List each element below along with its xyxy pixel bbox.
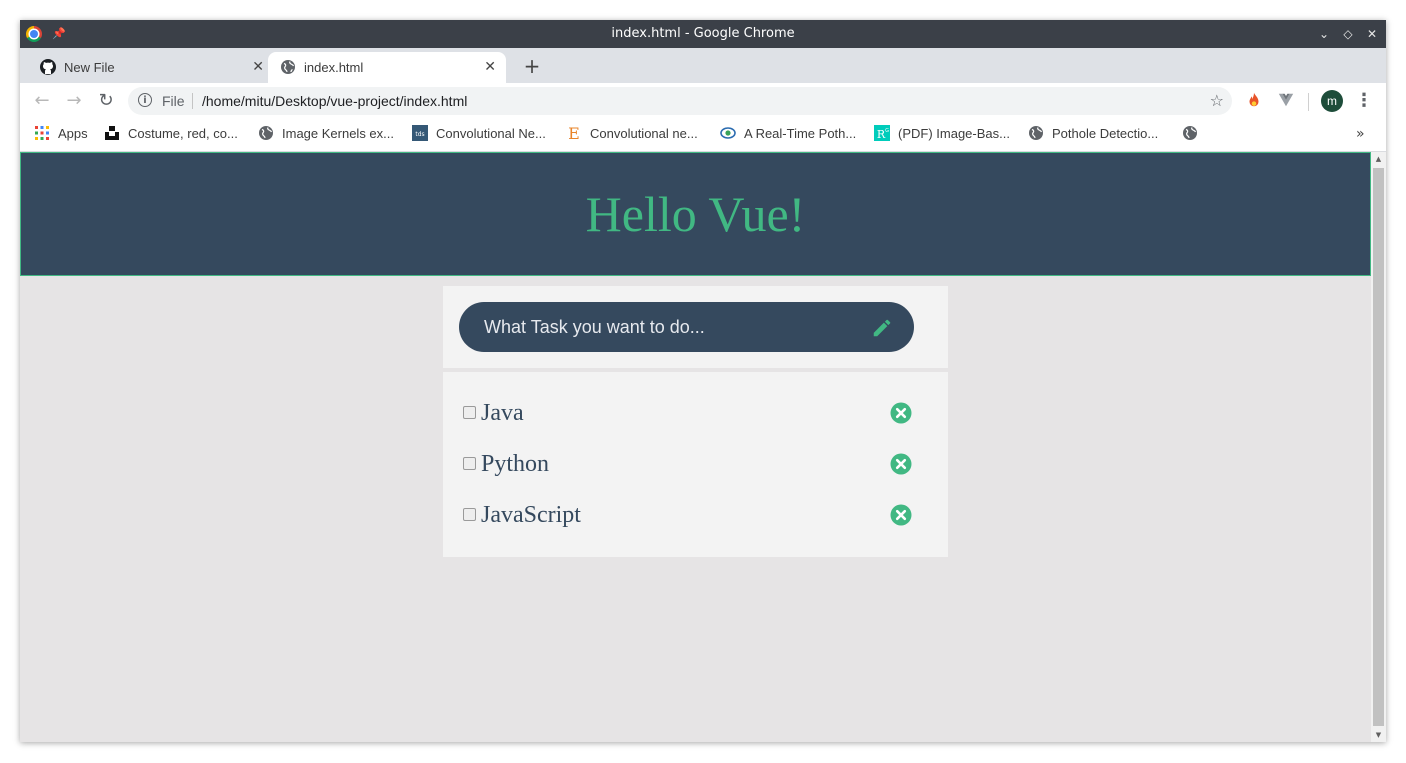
window-title: index.html - Google Chrome [611,26,795,41]
bookmark-label: Convolutional ne... [590,126,698,141]
toolbar-divider [1308,93,1309,111]
unsplash-icon [105,126,119,141]
scroll-down-arrow-icon[interactable]: ▼ [1371,728,1386,742]
bookmarks-bar: Apps Costume, red, co... Image Kernels e… [20,119,1386,152]
task-input-card [443,286,948,368]
tab-label: index.html [304,60,364,75]
url-text[interactable]: /home/mitu/Desktop/vue-project/index.htm… [202,87,467,115]
bookmark-apps[interactable]: Apps [34,119,88,151]
bookmark-tds[interactable]: tds Convolutional Ne... [412,119,546,151]
pencil-icon[interactable] [871,317,893,339]
task-item-python: Python [463,444,923,484]
bookmark-researchgate[interactable]: RG (PDF) Image-Bas... [874,119,1010,151]
bookmark-label: Pothole Detectio... [1052,126,1159,141]
bookmark-label: A Real-Time Poth... [744,126,857,141]
bookmark-label: Convolutional Ne... [436,126,546,141]
tab-label: New File [64,60,115,75]
tab-strip: New File ✕ index.html ✕ + [20,48,1386,83]
vertical-scrollbar[interactable]: ▲ ▼ [1371,152,1386,742]
forward-arrow-icon[interactable]: → [60,87,88,115]
page-title: Hello Vue! [585,186,806,242]
globe-icon [1183,126,1197,141]
bookmark-unnamed[interactable] [1182,119,1206,151]
bookmark-label: (PDF) Image-Bas... [898,126,1010,141]
bookmark-realtime[interactable]: A Real-Time Poth... [720,119,856,151]
delete-x-icon[interactable] [890,504,912,526]
delete-x-icon[interactable] [890,453,912,475]
close-tab-icon[interactable]: ✕ [252,52,264,83]
task-input[interactable] [459,302,914,352]
globe-icon [1029,126,1043,141]
divider [192,93,193,109]
new-tab-icon[interactable]: + [518,52,546,80]
browser-window: 📌 index.html - Google Chrome ⌄ ◇ ✕ New F… [20,20,1386,742]
apps-grid-icon [35,126,49,141]
scrollbar-thumb[interactable] [1373,168,1384,726]
title-bar: 📌 index.html - Google Chrome ⌄ ◇ ✕ [20,20,1386,48]
delete-x-icon[interactable] [890,402,912,424]
task-checkbox[interactable] [463,508,476,521]
bookmark-costume[interactable]: Costume, red, co... [104,119,238,151]
close-tab-icon[interactable]: ✕ [484,52,496,83]
address-bar[interactable]: i File /home/mitu/Desktop/vue-project/in… [128,87,1232,115]
bookmark-label: Costume, red, co... [128,126,238,141]
tab-new-file[interactable]: New File ✕ [28,52,274,83]
task-checkbox[interactable] [463,406,476,419]
bookmark-e[interactable]: E Convolutional ne... [566,119,698,151]
minimize-icon[interactable]: ⌄ [1312,20,1336,48]
page-header: Hello Vue! [20,152,1371,276]
back-arrow-icon[interactable]: ← [28,87,56,115]
extension-flame-icon[interactable] [1244,91,1264,111]
task-item-javascript: JavaScript [463,495,923,535]
restore-icon[interactable]: ◇ [1336,20,1360,48]
page-viewport: Hello Vue! Java Python [20,152,1371,742]
close-window-icon[interactable]: ✕ [1360,20,1384,48]
svg-text:E: E [568,125,580,141]
task-checkbox[interactable] [463,457,476,470]
e-letter-icon: E [568,125,580,141]
bookmarks-overflow-icon[interactable]: » [1356,119,1365,149]
info-icon[interactable]: i [138,93,152,107]
tab-index-html[interactable]: index.html ✕ [268,52,506,83]
scheme-label: File [162,93,185,109]
globe-icon [259,126,273,141]
bookmark-label: Image Kernels ex... [282,126,394,141]
task-name: Java [481,400,524,426]
task-name: JavaScript [481,502,581,528]
bookmark-star-icon[interactable]: ☆ [1210,87,1224,115]
profile-avatar[interactable]: m [1321,90,1343,112]
github-icon [40,59,56,75]
tds-icon: tds [412,125,428,142]
scroll-up-arrow-icon[interactable]: ▲ [1371,152,1386,166]
task-name: Python [481,451,550,477]
menu-kebab-icon[interactable]: ⋮ [1354,87,1374,115]
globe-icon [281,60,295,74]
extension-vue-icon[interactable] [1276,91,1296,111]
bookmark-pothole[interactable]: Pothole Detectio... [1028,119,1158,151]
bookmark-image-kernels[interactable]: Image Kernels ex... [258,119,394,151]
task-list: Java Python JavaScript [443,372,948,557]
researchgate-icon: RG [874,125,890,142]
eye-icon [720,127,736,139]
reload-icon[interactable]: ↻ [92,87,120,115]
browser-toolbar: ← → ↻ i File /home/mitu/Desktop/vue-proj… [20,83,1386,119]
task-item-java: Java [463,393,923,433]
svg-text:G: G [885,128,889,134]
bookmark-label: Apps [58,126,88,141]
svg-text:tds: tds [415,131,424,138]
